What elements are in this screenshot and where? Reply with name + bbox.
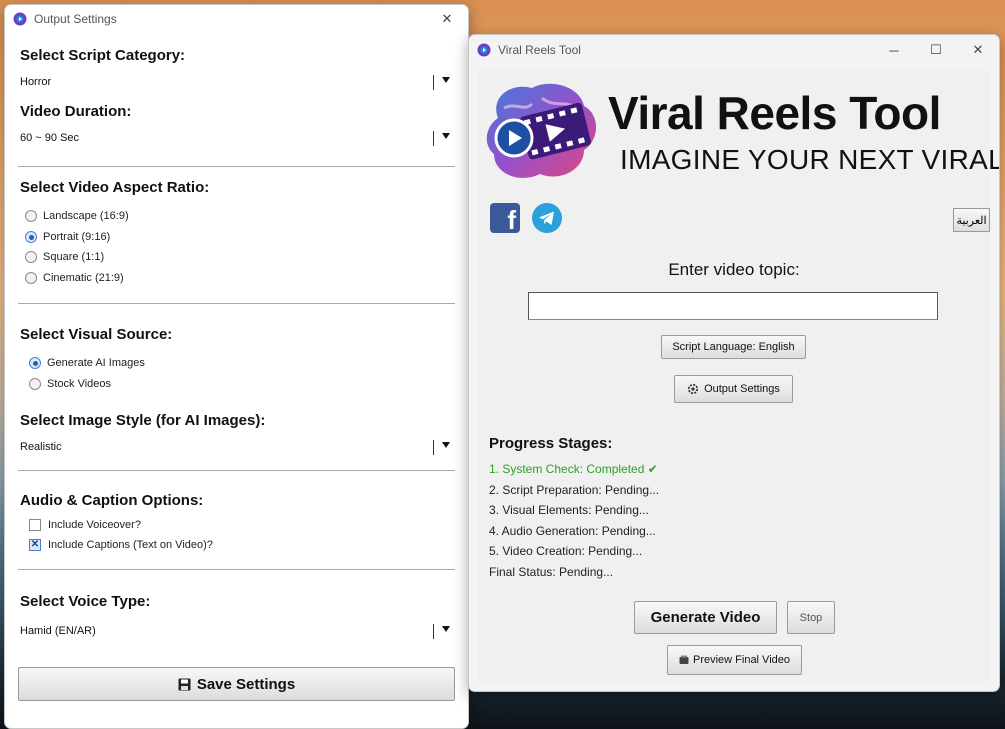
visual-source-label: Select Visual Source: (20, 326, 173, 343)
radio-button[interactable] (25, 251, 37, 263)
image-style-select[interactable]: Realistic (20, 438, 450, 458)
close-icon[interactable]: ✕ (957, 36, 999, 64)
brand-title: Viral Reels Tool (608, 87, 941, 139)
topic-label: Enter video topic: (668, 260, 800, 279)
save-settings-label: Save Settings (196, 675, 296, 693)
dropdown-arrow-icon[interactable] (442, 442, 450, 448)
save-icon (178, 678, 191, 690)
audio-caption-label: Audio & Caption Options: (20, 492, 204, 509)
voice-type-label: Select Voice Type: (20, 593, 151, 610)
output-settings-label: Output Settings (704, 383, 780, 395)
combo-separator (433, 131, 434, 146)
save-settings-button[interactable]: Save Settings (18, 667, 455, 701)
radio-button[interactable] (25, 272, 37, 284)
dropdown-arrow-icon[interactable] (442, 626, 450, 632)
final-status: Final Status: Pending... (489, 565, 614, 579)
settings-window-title: Output Settings (34, 12, 117, 26)
radio-button[interactable] (29, 378, 41, 390)
aspect-option-label: Square (1:1) (43, 251, 105, 263)
radio-button-selected[interactable] (25, 231, 37, 243)
settings-titlebar[interactable]: Output Settings ✕ (5, 5, 468, 33)
video-duration-label: Video Duration: (20, 103, 132, 120)
captions-checkbox[interactable]: ✕ (29, 539, 41, 551)
stop-button[interactable]: Stop (787, 601, 835, 634)
divider (18, 569, 455, 571)
voiceover-label: Include Voiceover? (48, 519, 141, 531)
video-duration-value: 60 ~ 90 Sec (20, 132, 80, 144)
stage-system-check: 1. System Check: Completed ✔ (489, 462, 658, 476)
output-settings-button[interactable]: Output Settings (674, 375, 793, 403)
brand-logo: Viral Reels Tool IMAGINE YOUR NEXT VIRAL (478, 78, 999, 186)
visual-option-ai-images[interactable]: Generate AI Images (29, 357, 145, 369)
preview-final-video-button[interactable]: Preview Final Video (667, 645, 802, 675)
viral-reels-window: Viral Reels Tool ─ ☐ ✕ Viral Reels Tool … (468, 34, 1000, 692)
combo-separator (433, 440, 434, 455)
arabic-language-button[interactable]: العربية (953, 208, 990, 232)
captions-label: Include Captions (Text on Video)? (48, 539, 213, 551)
visual-option-label: Stock Videos (47, 378, 112, 390)
generate-video-button[interactable]: Generate Video (634, 601, 777, 634)
stage-audio-generation: 4. Audio Generation: Pending... (489, 524, 656, 538)
dropdown-arrow-icon[interactable] (442, 133, 450, 139)
image-style-value: Realistic (20, 441, 62, 453)
voiceover-checkbox[interactable] (29, 519, 41, 531)
maximize-icon[interactable]: ☐ (915, 36, 957, 64)
voiceover-checkbox-row[interactable]: Include Voiceover? (29, 519, 141, 531)
script-language-button[interactable]: Script Language: English (661, 335, 806, 359)
voice-type-select[interactable]: Hamid (EN/AR) (20, 622, 450, 642)
aspect-option-cinematic[interactable]: Cinematic (21:9) (25, 272, 124, 284)
combo-separator (433, 75, 434, 90)
stage-visual-elements: 3. Visual Elements: Pending... (489, 503, 649, 517)
aspect-option-label: Landscape (16:9) (43, 210, 129, 222)
app-logo-icon (477, 43, 491, 57)
aspect-ratio-label: Select Video Aspect Ratio: (20, 179, 210, 196)
output-settings-window: Output Settings ✕ Select Script Category… (4, 4, 469, 729)
aspect-option-label: Portrait (9:16) (43, 231, 111, 243)
script-category-value: Horror (20, 76, 52, 88)
captions-checkbox-row[interactable]: ✕ Include Captions (Text on Video)? (29, 539, 213, 551)
aspect-option-square[interactable]: Square (1:1) (25, 251, 104, 263)
topic-input[interactable] (528, 292, 938, 320)
image-style-label: Select Image Style (for AI Images): (20, 412, 266, 429)
stage-script-preparation: 2. Script Preparation: Pending... (489, 483, 660, 497)
preview-icon (679, 655, 689, 664)
telegram-icon[interactable] (532, 203, 562, 233)
aspect-option-label: Cinematic (21:9) (43, 272, 124, 284)
main-titlebar[interactable]: Viral Reels Tool ─ ☐ ✕ (469, 35, 999, 65)
script-category-select[interactable]: Horror (20, 73, 450, 93)
divider (18, 303, 455, 305)
app-logo-icon (13, 12, 27, 26)
brand-tagline: IMAGINE YOUR NEXT VIRAL (620, 144, 1000, 175)
visual-option-stock-videos[interactable]: Stock Videos (29, 378, 111, 390)
divider (18, 470, 455, 472)
radio-button-selected[interactable] (29, 357, 41, 369)
radio-button[interactable] (25, 210, 37, 222)
aspect-option-landscape[interactable]: Landscape (16:9) (25, 210, 129, 222)
dropdown-arrow-icon[interactable] (442, 77, 450, 83)
video-duration-select[interactable]: 60 ~ 90 Sec (20, 129, 450, 149)
facebook-icon[interactable]: f (490, 203, 520, 233)
script-category-label: Select Script Category: (20, 47, 186, 64)
close-icon[interactable]: ✕ (426, 5, 468, 33)
preview-final-video-label: Preview Final Video (692, 654, 790, 666)
visual-option-label: Generate AI Images (47, 357, 145, 369)
voice-type-value: Hamid (EN/AR) (20, 625, 96, 637)
stage-video-creation: 5. Video Creation: Pending... (489, 544, 643, 558)
aspect-option-portrait[interactable]: Portrait (9:16) (25, 231, 110, 243)
main-window-title: Viral Reels Tool (498, 43, 581, 57)
divider (18, 166, 455, 168)
brain-film-logo-icon (486, 83, 596, 178)
progress-stages-title: Progress Stages: (489, 435, 613, 452)
minimize-icon[interactable]: ─ (873, 36, 915, 64)
main-body: Viral Reels Tool IMAGINE YOUR NEXT VIRAL… (478, 70, 999, 682)
combo-separator (433, 624, 434, 639)
gear-icon (687, 383, 699, 395)
